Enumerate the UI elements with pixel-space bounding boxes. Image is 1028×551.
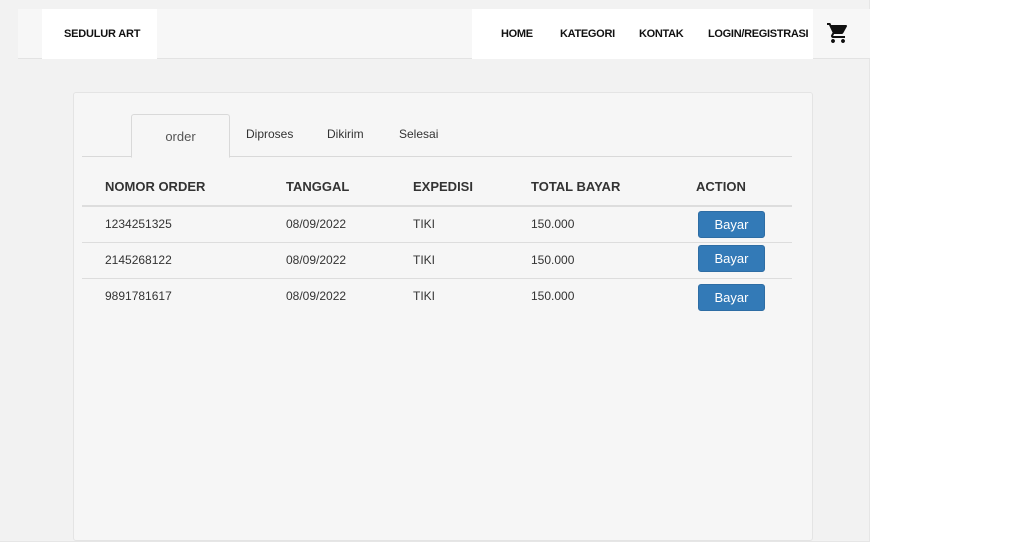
header-action: ACTION	[696, 179, 746, 194]
orders-panel: order Diproses Dikirim Selesai NOMOR ORD…	[73, 92, 813, 541]
cell-total-bayar: 150.000	[531, 289, 575, 303]
cell-tanggal: 08/09/2022	[286, 289, 347, 303]
cell-nomor-order: 2145268122	[105, 253, 172, 267]
header-nomor-order: NOMOR ORDER	[105, 179, 206, 194]
table-row: 9891781617 08/09/2022 TIKI 150.000 Bayar	[82, 279, 792, 315]
tab-selesai[interactable]: Selesai	[399, 127, 438, 141]
navbar: SEDULUR ART HOME KATEGORI KONTAK LOGIN/R…	[18, 9, 870, 59]
bayar-button[interactable]: Bayar	[698, 245, 765, 272]
table-header: NOMOR ORDER TANGGAL EXPEDISI TOTAL BAYAR…	[82, 179, 792, 207]
header-total-bayar: TOTAL BAYAR	[531, 179, 621, 194]
bayar-button[interactable]: Bayar	[698, 284, 765, 311]
nav-menu: HOME KATEGORI KONTAK LOGIN/REGISTRASI	[472, 9, 813, 59]
table-row: 2145268122 08/09/2022 TIKI 150.000 Bayar	[82, 243, 792, 279]
tab-order[interactable]: order	[131, 114, 230, 158]
cell-expedisi: TIKI	[413, 217, 436, 231]
cell-total-bayar: 150.000	[531, 253, 575, 267]
header-tanggal: TANGGAL	[286, 179, 350, 194]
cell-tanggal: 08/09/2022	[286, 253, 347, 267]
table-row: 1234251325 08/09/2022 TIKI 150.000 Bayar	[82, 207, 792, 243]
page-frame: SEDULUR ART HOME KATEGORI KONTAK LOGIN/R…	[0, 0, 870, 542]
nav-home-link[interactable]: HOME	[501, 28, 533, 40]
cell-total-bayar: 150.000	[531, 217, 575, 231]
bayar-button[interactable]: Bayar	[698, 211, 765, 238]
cell-nomor-order: 1234251325	[105, 217, 172, 231]
cell-nomor-order: 9891781617	[105, 289, 172, 303]
cell-expedisi: TIKI	[413, 253, 436, 267]
cell-tanggal: 08/09/2022	[286, 217, 347, 231]
cell-expedisi: TIKI	[413, 289, 436, 303]
header-expedisi: EXPEDISI	[413, 179, 473, 194]
shopping-cart-icon[interactable]	[826, 21, 850, 45]
nav-kontak-link[interactable]: KONTAK	[639, 28, 684, 40]
tab-dikirim[interactable]: Dikirim	[327, 127, 364, 141]
nav-kategori-link[interactable]: KATEGORI	[560, 28, 615, 40]
brand-logo[interactable]: SEDULUR ART	[42, 9, 157, 59]
order-tabs: order Diproses Dikirim Selesai	[82, 93, 792, 158]
nav-login-link[interactable]: LOGIN/REGISTRASI	[708, 28, 809, 40]
tab-diproses[interactable]: Diproses	[246, 127, 293, 141]
